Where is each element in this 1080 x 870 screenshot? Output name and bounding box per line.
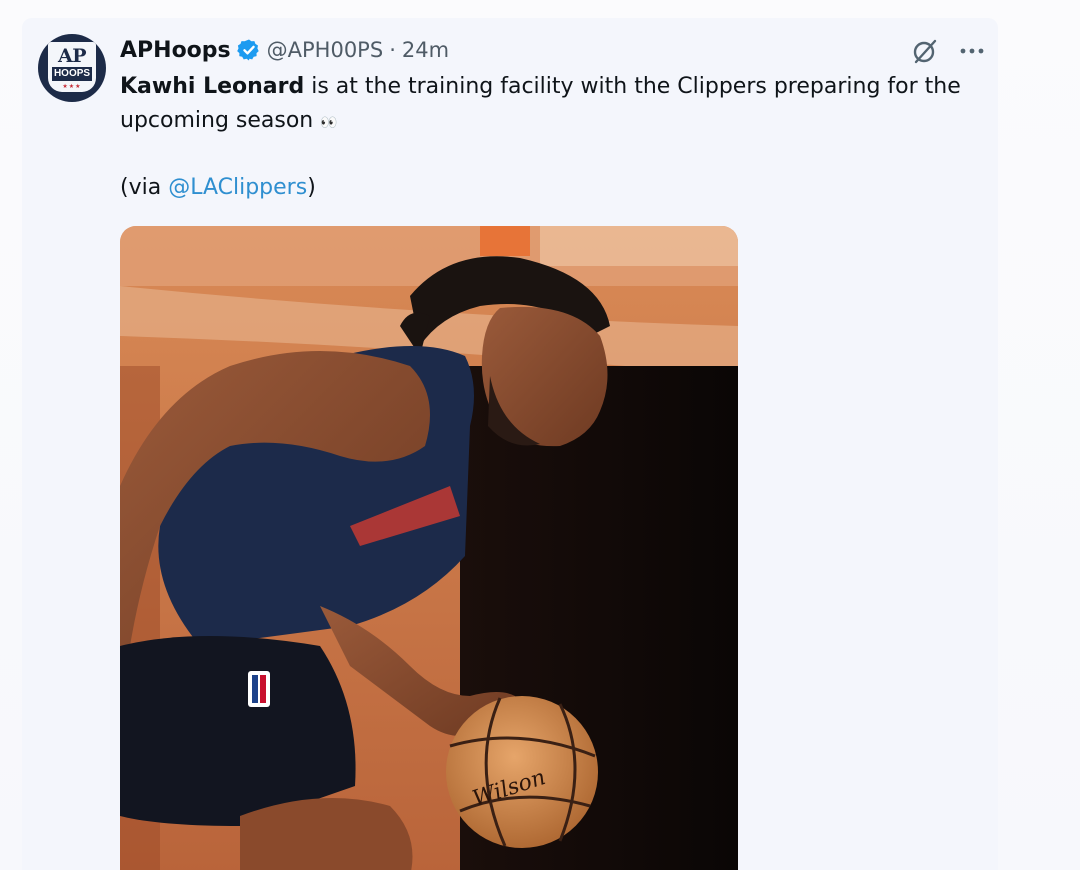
- eyes-emoji: 👀: [320, 115, 340, 131]
- avatar[interactable]: AP HOOPS ★★★: [38, 34, 106, 102]
- photo-illustration: Wilson: [120, 226, 738, 870]
- avatar-logo-stars: ★★★: [62, 83, 82, 90]
- grok-icon[interactable]: [910, 36, 940, 66]
- tweet-text: Kawhi Leonard is at the training facilit…: [120, 70, 1000, 140]
- timestamp[interactable]: 24m: [402, 38, 449, 62]
- user-handle[interactable]: @APH00PS: [267, 38, 384, 62]
- mention-link[interactable]: @LAClippers: [168, 175, 307, 200]
- player-name: Kawhi Leonard: [120, 74, 305, 99]
- avatar-logo: AP HOOPS ★★★: [48, 42, 96, 92]
- via-line: (via @LAClippers): [120, 171, 316, 205]
- player-shorts: [120, 636, 356, 826]
- nba-logo-icon: [248, 671, 270, 707]
- tweet-header: APHoops @APH00PS · 24m: [120, 34, 449, 66]
- avatar-logo-hoops: HOOPS: [52, 67, 92, 81]
- via-open: (via: [120, 175, 169, 200]
- avatar-logo-ap: AP: [57, 45, 87, 67]
- verified-badge-icon: [236, 39, 259, 61]
- player-leg: [240, 798, 413, 870]
- tweet-photo[interactable]: Wilson: [120, 226, 738, 870]
- more-options-icon[interactable]: [958, 36, 986, 66]
- header-separator: ·: [389, 38, 396, 62]
- via-close: ): [307, 175, 316, 200]
- header-actions: [910, 36, 986, 66]
- display-name[interactable]: APHoops: [120, 38, 231, 63]
- page: AP HOOPS ★★★ APHoops @APH00PS · 24m Kawh…: [0, 0, 1080, 870]
